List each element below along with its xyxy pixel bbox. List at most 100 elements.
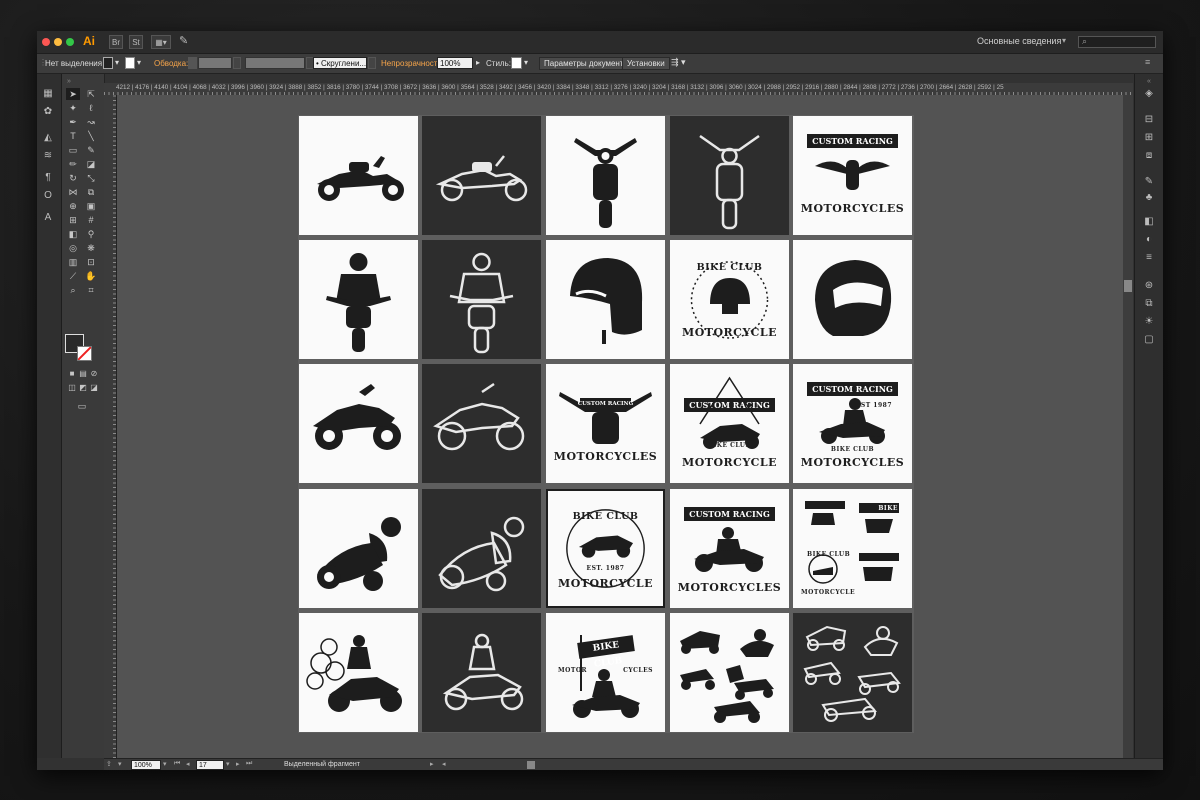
tile-sport-rider-dark[interactable]	[422, 489, 541, 608]
tile-full-helmet[interactable]	[793, 240, 912, 359]
collapse-icon[interactable]: »	[62, 76, 76, 88]
workspace-switcher[interactable]: Основные сведения	[977, 36, 1061, 46]
vertical-ruler[interactable]	[104, 95, 117, 758]
tile-bike-club-helmet[interactable]: BIKE CLUB MOTORCYCLE	[670, 240, 789, 359]
minimize-window-button[interactable]	[54, 38, 62, 46]
stroke-weight-stepper[interactable]	[188, 57, 197, 69]
eyedropper-tool-icon[interactable]: ⚲	[84, 228, 98, 240]
magic-wand-tool-icon[interactable]: ✦	[66, 102, 80, 114]
tile-custom-racing-rider[interactable]: CUSTOM RACING EST 1987 BIKE CLUB MOTORCY…	[793, 364, 912, 483]
tile-burnout-rider[interactable]	[299, 613, 418, 732]
chevron-right-icon[interactable]: ▸	[476, 58, 480, 67]
lasso-tool-icon[interactable]: ℓ	[84, 102, 98, 114]
expand-panels-icon[interactable]: «	[1142, 76, 1156, 88]
screen-mode-icon[interactable]: ▭	[75, 400, 89, 412]
close-window-button[interactable]	[42, 38, 50, 46]
tile-bike-club-flag[interactable]: BIKE CLUB MOTOR CYCLES	[546, 613, 665, 732]
chevron-right-icon[interactable]: ▸	[430, 760, 434, 768]
first-artboard-icon[interactable]: ⏮	[174, 760, 180, 768]
graphic-style-swatch[interactable]	[511, 57, 522, 69]
artboard-number-input[interactable]: 17	[196, 760, 224, 770]
type-tool-icon[interactable]: T	[66, 130, 80, 142]
symbol-sprayer-tool-icon[interactable]: ❋	[84, 242, 98, 254]
tile-touring-bike-dark[interactable]	[422, 364, 541, 483]
slice-tool-icon[interactable]: ⟋	[66, 270, 80, 282]
chevron-down-icon[interactable]	[233, 57, 241, 69]
stroke-panel-icon[interactable]: ≡	[1142, 252, 1156, 264]
appearance-panel-icon[interactable]: ☀	[1142, 316, 1156, 328]
eraser-tool-icon[interactable]: ◪	[84, 158, 98, 170]
none-mode-icon[interactable]: ⊘	[87, 368, 101, 380]
zoom-tool-icon[interactable]: ⌕	[66, 284, 80, 296]
appearance-panel-icon[interactable]: ≋	[41, 150, 55, 162]
bridge-button[interactable]: Br	[109, 35, 123, 49]
symbols-panel-icon[interactable]: ♣	[1142, 192, 1156, 204]
free-transform-tool-icon[interactable]: ⧉	[84, 186, 98, 198]
perspective-grid-tool-icon[interactable]: ⊞	[66, 214, 80, 226]
scroll-left-icon[interactable]: ◂	[442, 760, 446, 768]
arrange-documents-button[interactable]: ▦▾	[151, 35, 171, 49]
artboards-panel-icon[interactable]: ⧉	[1142, 298, 1156, 310]
tile-open-helmet[interactable]	[546, 240, 665, 359]
color-panel-icon[interactable]: ◐	[1142, 234, 1156, 246]
tile-custom-racing-front[interactable]: CUSTOM RACING MOTORCYCLES	[546, 364, 665, 483]
chevron-down-icon[interactable]: ▾	[118, 760, 122, 768]
fill-swatch[interactable]	[103, 57, 113, 69]
tile-bike-collection[interactable]	[670, 613, 789, 732]
zoom-level-input[interactable]: 100%	[131, 760, 161, 770]
tile-bike-club-circle[interactable]: BIKE CLUB EST. 1987 MOTORCYCLE	[546, 489, 665, 608]
horizontal-scroll-thumb[interactable]	[527, 761, 535, 769]
search-input[interactable]: ⌕	[1078, 36, 1156, 48]
tile-bike-front-dark[interactable]	[670, 116, 789, 235]
hand-tool-icon[interactable]: ✋	[84, 270, 98, 282]
live-paint-tool-icon[interactable]: ▣	[84, 200, 98, 212]
chevron-down-icon[interactable]: ▾	[163, 760, 167, 768]
gpu-performance-icon[interactable]: ✎	[179, 34, 188, 47]
layers-panel-icon[interactable]: ◈	[1142, 88, 1156, 100]
artboards-panel-icon[interactable]: ▦	[41, 88, 55, 100]
brushes-panel-icon[interactable]: ✎	[1142, 176, 1156, 188]
next-artboard-icon[interactable]: ▸	[236, 760, 240, 768]
brush-definition-select[interactable]: • Скруглени...	[313, 57, 367, 69]
pencil-tool-icon[interactable]: ✏	[66, 158, 80, 170]
pen-tool-icon[interactable]: ✒	[66, 116, 80, 128]
blend-tool-icon[interactable]: ◎	[66, 242, 80, 254]
chevron-down-icon[interactable]: ▾	[137, 58, 141, 67]
color-guide-icon[interactable]: ✿	[41, 106, 55, 118]
align-panel-icon[interactable]: ⊟	[1142, 114, 1156, 126]
stroke-weight-field[interactable]	[198, 57, 232, 69]
vertical-scrollbar[interactable]	[1123, 95, 1133, 758]
tile-custom-racing-triangle[interactable]: CUSTOM RACING BIKE CLUB MOTORCYCLE	[670, 364, 789, 483]
opacity-label[interactable]: Непрозрачность:	[381, 59, 444, 68]
navigator-panel-icon[interactable]: ▢	[1142, 334, 1156, 346]
width-tool-icon[interactable]: ⋈	[66, 186, 80, 198]
stroke-swatch[interactable]	[125, 57, 135, 69]
chevron-down-icon[interactable]: ▾	[115, 58, 119, 67]
curvature-tool-icon[interactable]: ↝	[84, 116, 98, 128]
tile-cruiser-side[interactable]	[299, 116, 418, 235]
chevron-down-icon[interactable]	[368, 57, 376, 69]
shape-builder-tool-icon[interactable]: ⊕	[66, 200, 80, 212]
vertical-scroll-thumb[interactable]	[1124, 280, 1132, 292]
chevron-down-icon[interactable]: ▾	[1062, 36, 1066, 45]
scale-tool-icon[interactable]: ⤡	[84, 172, 98, 184]
gradient-tool-icon[interactable]: ◧	[66, 228, 80, 240]
direct-selection-tool-icon[interactable]: ⇱	[84, 88, 98, 100]
character-styles-icon[interactable]: A	[41, 212, 55, 224]
zoom-window-button[interactable]	[66, 38, 74, 46]
opentype-panel-icon[interactable]: O	[41, 190, 55, 202]
opacity-input[interactable]: 100%	[437, 57, 473, 69]
gradient-panel-icon[interactable]: ◧	[1142, 216, 1156, 228]
stroke-color-box[interactable]	[77, 346, 92, 361]
variable-width-profile[interactable]	[245, 57, 305, 69]
paintbrush-tool-icon[interactable]: ✎	[84, 144, 98, 156]
tile-touring-bike[interactable]	[299, 364, 418, 483]
tile-custom-racing-rider-2[interactable]: CUSTOM RACING MOTORCYCLES	[670, 489, 789, 608]
tile-rider-dark[interactable]	[422, 613, 541, 732]
selection-tool-icon[interactable]: ➤	[66, 88, 80, 100]
panel-menu-icon[interactable]: ⇶ ▾	[671, 57, 686, 68]
paragraph-panel-icon[interactable]: ¶	[41, 172, 55, 184]
stroke-label[interactable]: Обводка:	[154, 59, 188, 68]
mesh-tool-icon[interactable]: #	[84, 214, 98, 226]
crop-tool-icon[interactable]: ⌗	[84, 284, 98, 296]
